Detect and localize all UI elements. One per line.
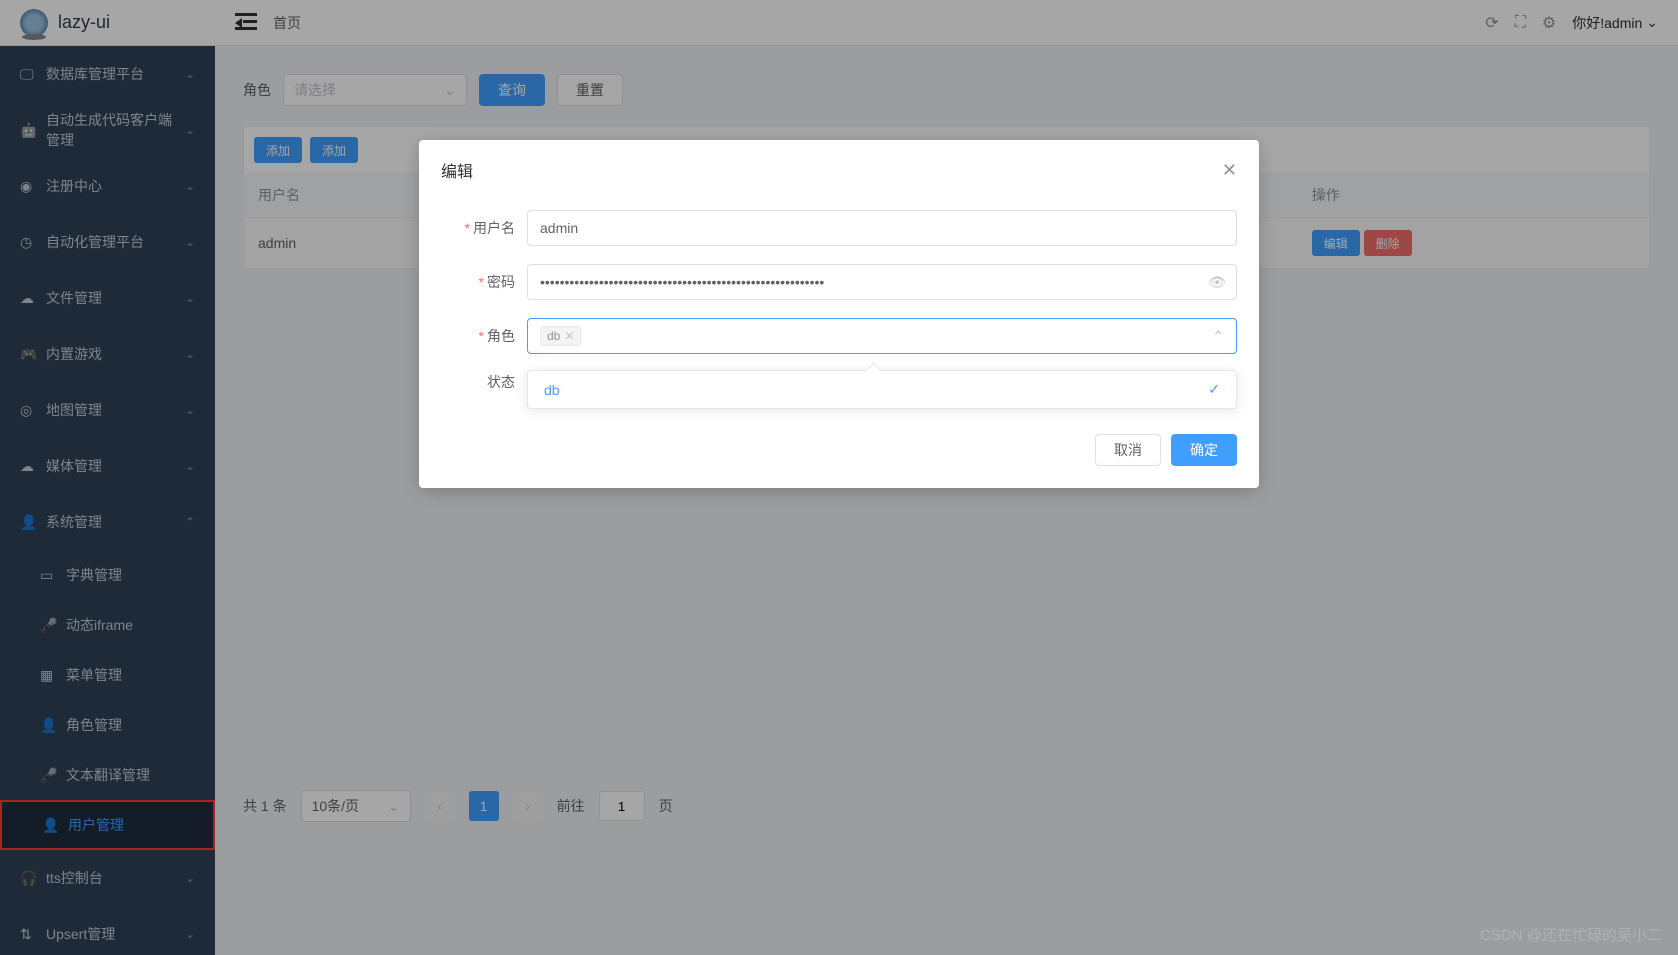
role-dropdown: db ✓ bbox=[527, 370, 1237, 409]
modal-header: 编辑 ✕ bbox=[419, 140, 1259, 200]
tag-text: db bbox=[547, 329, 560, 343]
status-label: 状态 bbox=[441, 372, 527, 392]
modal-body: *用户名 *密码 👁 *角色 db ✕ ⌃ 状态 db ✓ bbox=[419, 200, 1259, 420]
modal-title: 编辑 bbox=[441, 158, 473, 182]
option-text: db bbox=[544, 382, 560, 398]
role-select[interactable]: db ✕ ⌃ bbox=[527, 318, 1237, 354]
label-text: 密码 bbox=[487, 274, 515, 290]
username-input[interactable] bbox=[540, 220, 1224, 236]
check-icon: ✓ bbox=[1208, 381, 1220, 398]
modal-footer: 取消 确定 bbox=[419, 420, 1259, 488]
tag-close-icon[interactable]: ✕ bbox=[564, 329, 574, 343]
password-input[interactable] bbox=[540, 274, 1224, 290]
password-input-wrap: 👁 bbox=[527, 264, 1237, 300]
cancel-button[interactable]: 取消 bbox=[1095, 434, 1161, 466]
form-row-password: *密码 👁 bbox=[441, 264, 1237, 300]
form-row-username: *用户名 bbox=[441, 210, 1237, 246]
eye-icon[interactable]: 👁 bbox=[1208, 274, 1226, 291]
close-icon[interactable]: ✕ bbox=[1222, 160, 1237, 181]
username-input-wrap bbox=[527, 210, 1237, 246]
chevron-up-icon: ⌃ bbox=[1212, 328, 1224, 345]
password-label: *密码 bbox=[441, 272, 527, 292]
label-text: 角色 bbox=[487, 328, 515, 344]
edit-modal: 编辑 ✕ *用户名 *密码 👁 *角色 db ✕ ⌃ 状态 db ✓ bbox=[419, 140, 1259, 488]
role-tag: db ✕ bbox=[540, 326, 581, 346]
form-row-role: *角色 db ✕ ⌃ bbox=[441, 318, 1237, 354]
dropdown-option-db[interactable]: db ✓ bbox=[528, 371, 1236, 408]
role-label: *角色 bbox=[441, 326, 527, 346]
username-label: *用户名 bbox=[441, 218, 527, 238]
label-text: 用户名 bbox=[473, 220, 515, 236]
watermark: CSDN @还在忙碌的吴小二 bbox=[1480, 924, 1662, 945]
confirm-button[interactable]: 确定 bbox=[1171, 434, 1237, 466]
label-text: 状态 bbox=[487, 374, 515, 390]
